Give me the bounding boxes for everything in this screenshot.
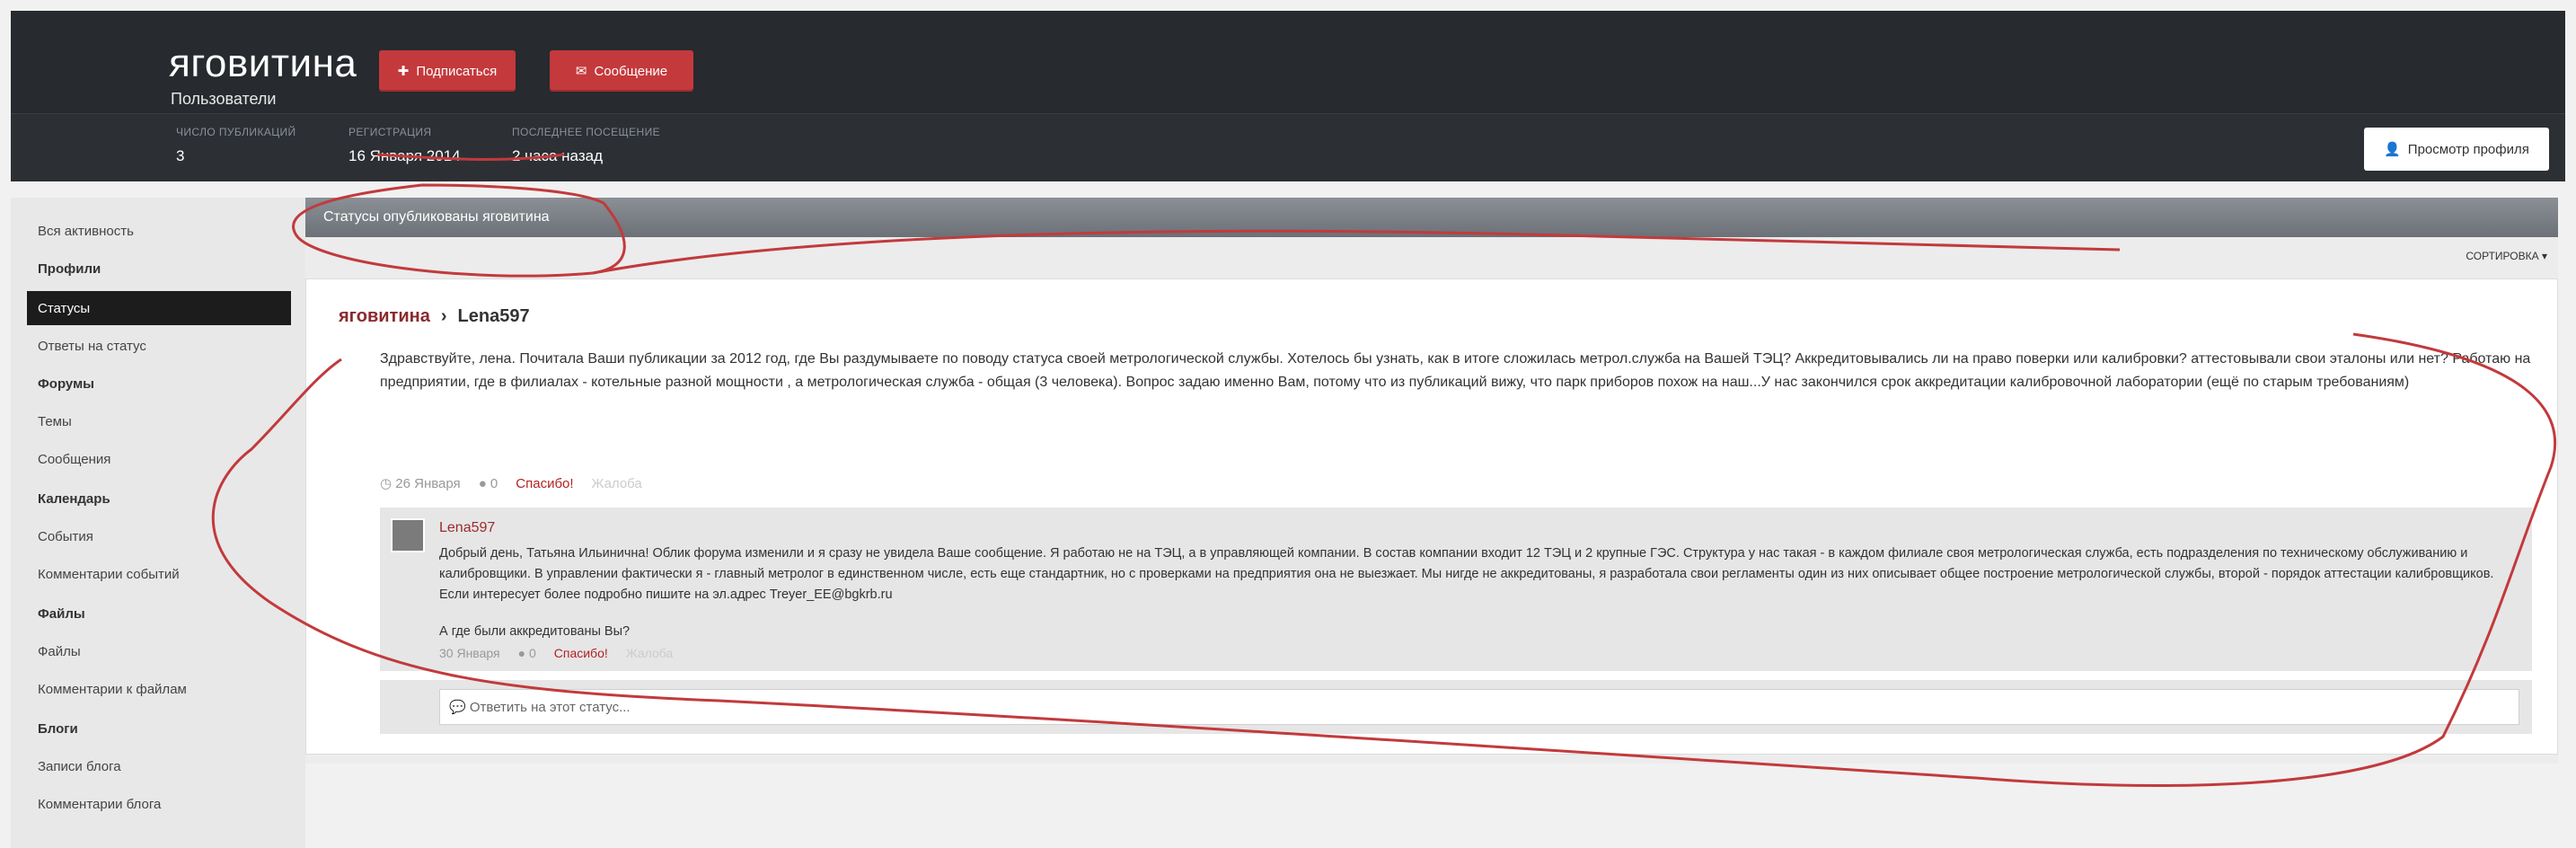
status-likes-count: 0 (490, 475, 498, 491)
comment-likes-count: 0 (528, 646, 536, 660)
sidebar-item-files[interactable]: Файлы (27, 634, 291, 668)
sidebar-header-profiles: Профили (38, 261, 101, 277)
comment-icon: 💬 (449, 700, 466, 715)
comment-report-link[interactable]: Жалоба (626, 646, 673, 660)
profile-header-top: яговитина Пользователи ✚ Подписаться ✉ С… (11, 11, 2565, 114)
sidebar-item-statuses[interactable]: Статусы (27, 291, 291, 325)
comment-question: А где были аккредитованы Вы? (439, 624, 631, 639)
dot-icon: ● (517, 646, 526, 660)
view-profile-button[interactable]: 👤 Просмотр профиля (2364, 128, 2549, 171)
sidebar-item-posts[interactable]: Сообщения (27, 442, 291, 476)
message-button[interactable]: ✉ Сообщение (550, 50, 693, 92)
status-date-text: 26 Января (395, 476, 461, 491)
add-user-icon: ✚ (397, 64, 410, 79)
status-date[interactable]: ◷ 26 Января (380, 475, 461, 491)
sidebar-header-calendar: Календарь (38, 490, 110, 507)
envelope-icon: ✉ (575, 64, 587, 79)
stat-registration: Регистрация 16 Января 2014 (348, 126, 461, 165)
thanks-button[interactable]: Спасибо! (516, 476, 573, 491)
profile-group: Пользователи (171, 90, 277, 108)
stat-label: Число публикаций (176, 126, 296, 138)
subscribe-label: Подписаться (416, 63, 498, 79)
sidebar-item-status-replies[interactable]: Ответы на статус (27, 329, 291, 363)
main-content: Статусы опубликованы яговитина Сортировк… (305, 198, 2558, 764)
message-label: Сообщение (594, 63, 668, 79)
stat-posts: Число публикаций 3 (176, 126, 296, 165)
subscribe-button[interactable]: ✚ Подписаться (379, 50, 516, 92)
status-recipient-link[interactable]: Lena597 (458, 306, 530, 327)
sort-label: Сортировка (2466, 250, 2539, 262)
report-link[interactable]: Жалоба (592, 476, 642, 491)
sidebar-item-blog-entries[interactable]: Записи блога (27, 749, 291, 783)
sidebar-item-topics[interactable]: Темы (27, 404, 291, 438)
stat-label: Последнее посещение (512, 126, 661, 138)
clock-icon: ◷ (380, 476, 393, 491)
dot-icon: ● (478, 475, 487, 491)
stat-value: 3 (176, 147, 185, 164)
view-profile-label: Просмотр профиля (2407, 141, 2529, 157)
reply-input[interactable]: 💬 Ответить на этот статус... (439, 689, 2519, 725)
caret-down-icon: ▾ (2541, 250, 2547, 262)
comment-likes: ● 0 (518, 646, 536, 660)
sort-dropdown[interactable]: Сортировка ▾ (2466, 250, 2547, 262)
comment-thanks-button[interactable]: Спасибо! (554, 646, 608, 660)
sidebar-header-blogs: Блоги (38, 720, 78, 737)
sidebar: Вся активность Профили Статусы Ответы на… (11, 198, 305, 848)
sidebar-item-file-comments[interactable]: Комментарии к файлам (27, 672, 291, 706)
status-text: Здравствуйте, лена. Почитала Ваши публик… (380, 351, 2531, 390)
sidebar-header-files: Файлы (38, 605, 85, 622)
comment-text: Добрый день, Татьяна Ильинична! Облик фо… (439, 546, 2494, 602)
comment-meta: 30 Января ● 0 Спасибо! Жалоба (439, 646, 673, 660)
reply-placeholder: Ответить на этот статус... (469, 699, 631, 715)
sidebar-header-forums: Форумы (38, 375, 94, 392)
reply-area: 💬 Ответить на этот статус... (380, 680, 2532, 734)
status-author-link[interactable]: яговитина (339, 306, 430, 327)
chevron-right-icon: › (440, 306, 447, 326)
profile-name: яговитина (169, 41, 357, 85)
sidebar-item-all-activity[interactable]: Вся активность (27, 214, 291, 248)
user-icon: 👤 (2384, 142, 2401, 157)
panel-title: Статусы опубликованы яговитина (305, 198, 2558, 237)
stat-label: Регистрация (348, 126, 432, 138)
sidebar-item-events[interactable]: События (27, 519, 291, 553)
status-meta: ◷ 26 Января ● 0 Спасибо! Жалоба (380, 475, 642, 492)
stat-last-visit: Последнее посещение 2 часа назад (512, 126, 660, 165)
stat-value: 16 Января 2014 (348, 147, 461, 164)
comment-item: Lena597 Добрый день, Татьяна Ильинична! … (380, 508, 2532, 671)
sidebar-item-blog-comments[interactable]: Комментарии блога (27, 787, 291, 821)
comment-date[interactable]: 30 Января (439, 646, 500, 660)
avatar[interactable] (391, 518, 425, 552)
status-likes: ● 0 (479, 476, 498, 491)
status-title: яговитина › Lena597 (339, 306, 530, 327)
profile-header: яговитина Пользователи ✚ Подписаться ✉ С… (11, 11, 2565, 181)
comment-author-link[interactable]: Lena597 (439, 520, 495, 536)
sidebar-item-event-comments[interactable]: Комментарии событий (27, 557, 291, 591)
status-card: яговитина › Lena597 Здравствуйте, лена. … (305, 278, 2558, 755)
stat-value: 2 часа назад (512, 147, 603, 164)
